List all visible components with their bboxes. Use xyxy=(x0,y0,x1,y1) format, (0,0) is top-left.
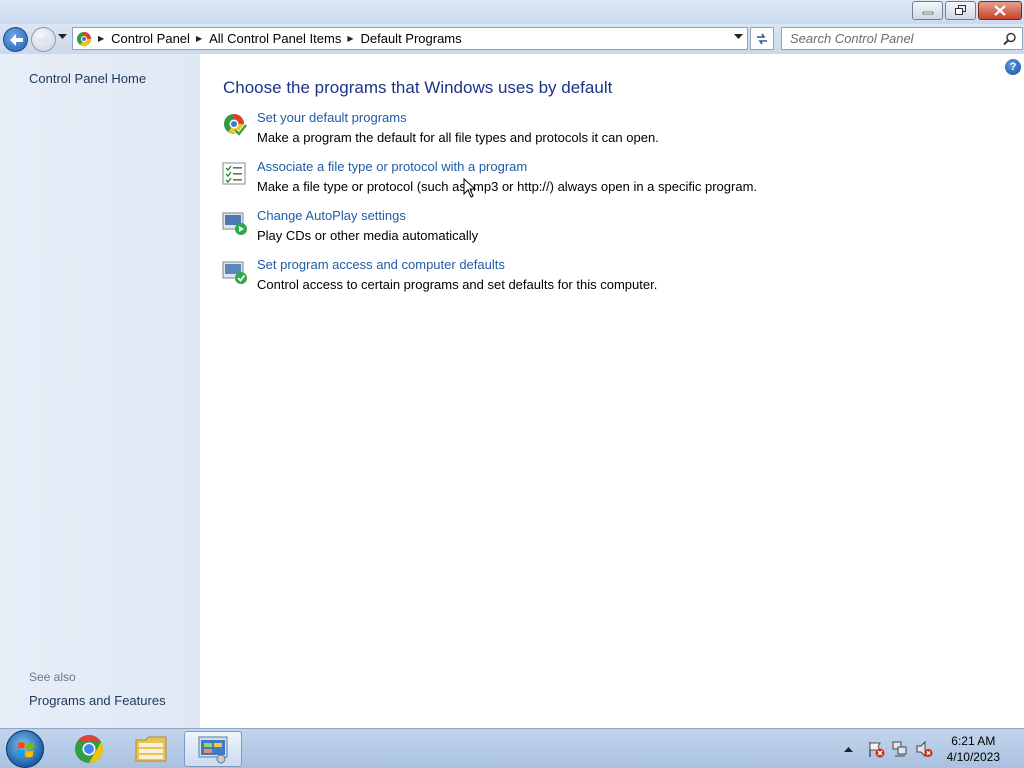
change-autoplay-link[interactable]: Change AutoPlay settings xyxy=(257,208,406,223)
control-panel-window-icon xyxy=(198,736,228,764)
taskbar-control-panel[interactable] xyxy=(184,731,242,767)
program-access-description: Control access to certain programs and s… xyxy=(257,277,658,292)
title-bar xyxy=(0,0,1024,24)
taskbar-windows-explorer[interactable] xyxy=(122,731,180,767)
see-also-heading: See also xyxy=(29,670,76,684)
task-associate-file-type: Associate a file type or protocol with a… xyxy=(222,159,822,203)
help-icon[interactable]: ? xyxy=(1005,59,1021,75)
folder-icon xyxy=(135,736,167,762)
set-default-programs-description: Make a program the default for all file … xyxy=(257,130,659,145)
taskbar-chrome[interactable] xyxy=(60,731,118,767)
breadcrumb-separator-icon[interactable]: ▶ xyxy=(347,34,353,43)
associate-file-type-description: Make a file type or protocol (such as .m… xyxy=(257,179,758,194)
navigation-bar: ▶ Control Panel ▶ All Control Panel Item… xyxy=(0,24,1024,54)
search-icon[interactable] xyxy=(1003,32,1017,46)
back-arrow-icon xyxy=(10,34,23,46)
change-autoplay-description: Play CDs or other media automatically xyxy=(257,228,479,243)
breadcrumb-default-programs[interactable]: Default Programs xyxy=(360,31,461,46)
mouse-cursor-icon xyxy=(463,178,477,198)
refresh-button[interactable] xyxy=(750,27,774,50)
back-button[interactable] xyxy=(3,27,28,52)
program-access-icon xyxy=(222,261,247,284)
breadcrumb-control-panel[interactable]: Control Panel xyxy=(111,31,190,46)
address-history-dropdown-icon[interactable] xyxy=(734,34,743,40)
refresh-icon xyxy=(757,33,767,44)
forward-arrow-icon xyxy=(38,34,51,46)
task-set-default-programs: Set your default programs Make a program… xyxy=(222,110,822,154)
associate-file-type-link[interactable]: Associate a file type or protocol with a… xyxy=(257,159,527,174)
action-center-flag-icon[interactable] xyxy=(867,740,885,758)
program-access-link[interactable]: Set program access and computer defaults xyxy=(257,257,505,272)
minimize-icon xyxy=(922,11,933,14)
page-title: Choose the programs that Windows uses by… xyxy=(223,78,613,97)
task-change-autoplay: Change AutoPlay settings Play CDs or oth… xyxy=(222,208,822,252)
left-navigation-pane: Control Panel Home See also Programs and… xyxy=(0,54,200,728)
search-box xyxy=(781,27,1023,50)
breadcrumb-all-control-panel-items[interactable]: All Control Panel Items xyxy=(209,31,341,46)
breadcrumb-separator-icon[interactable]: ▶ xyxy=(196,34,202,43)
recent-pages-dropdown-icon[interactable] xyxy=(58,34,67,40)
close-button[interactable] xyxy=(978,1,1022,20)
control-panel-home-link[interactable]: Control Panel Home xyxy=(29,71,146,86)
forward-button[interactable] xyxy=(31,27,56,52)
breadcrumb-separator-icon[interactable]: ▶ xyxy=(98,34,104,43)
clock[interactable]: 6:21 AM 4/10/2023 xyxy=(947,733,1000,765)
system-tray: 6:21 AM 4/10/2023 xyxy=(843,729,1024,768)
address-bar[interactable]: ▶ Control Panel ▶ All Control Panel Item… xyxy=(72,27,748,50)
programs-and-features-link[interactable]: Programs and Features xyxy=(29,693,166,708)
search-input[interactable] xyxy=(782,28,992,49)
task-program-access: Set program access and computer defaults… xyxy=(222,257,822,301)
main-content-pane: ? Choose the programs that Windows uses … xyxy=(200,54,1024,728)
default-programs-icon xyxy=(224,114,248,138)
show-hidden-icons-icon[interactable] xyxy=(843,746,853,752)
start-button[interactable] xyxy=(6,730,44,768)
file-association-icon xyxy=(222,162,246,185)
autoplay-icon xyxy=(222,212,247,235)
control-panel-icon xyxy=(77,31,92,46)
set-default-programs-link[interactable]: Set your default programs xyxy=(257,110,407,125)
restore-button[interactable] xyxy=(945,1,976,20)
restore-icon xyxy=(954,5,966,15)
taskbar: 6:21 AM 4/10/2023 xyxy=(0,728,1024,768)
clock-time: 6:21 AM xyxy=(951,734,996,748)
windows-logo-icon xyxy=(17,742,34,758)
close-icon xyxy=(994,5,1006,16)
chrome-icon xyxy=(75,735,103,763)
volume-muted-icon[interactable] xyxy=(915,740,933,758)
minimize-button[interactable] xyxy=(912,1,943,20)
window-controls xyxy=(912,1,1022,20)
network-icon[interactable] xyxy=(891,740,909,758)
clock-date: 4/10/2023 xyxy=(946,750,1000,764)
